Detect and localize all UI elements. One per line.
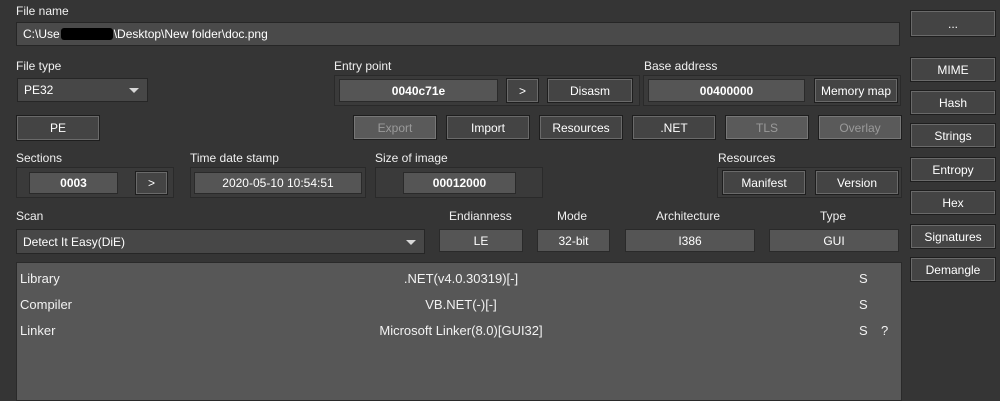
- type-value: GUI: [769, 229, 899, 252]
- architecture-label: Architecture: [656, 209, 721, 223]
- net-button[interactable]: .NET: [632, 115, 716, 140]
- result-category: Linker: [20, 323, 56, 338]
- result-category: Compiler: [20, 297, 73, 312]
- size-of-image-label: Size of image: [375, 151, 448, 165]
- signatures-button[interactable]: Signatures: [910, 224, 996, 249]
- file-type-value: PE32: [24, 83, 54, 97]
- disasm-button[interactable]: Disasm: [547, 78, 633, 103]
- file-type-select[interactable]: PE32: [17, 78, 148, 102]
- file-name-label: File name: [16, 4, 69, 18]
- overlay-button[interactable]: Overlay: [818, 115, 902, 140]
- hex-button[interactable]: Hex: [910, 190, 996, 215]
- file-path-suffix: \Desktop\New folder\doc.png: [113, 27, 268, 41]
- result-signature-button[interactable]: S: [859, 271, 868, 286]
- manifest-button[interactable]: Manifest: [722, 170, 806, 195]
- base-address-label: Base address: [644, 59, 718, 73]
- time-date-stamp-value: 2020-05-10 10:54:51: [194, 172, 362, 194]
- time-date-stamp-label: Time date stamp: [190, 151, 279, 165]
- endianness-label: Endianness: [449, 209, 512, 223]
- file-type-label: File type: [16, 59, 62, 73]
- endianness-value: LE: [439, 229, 523, 252]
- result-signature-button[interactable]: S: [859, 297, 868, 312]
- demangle-button[interactable]: Demangle: [910, 257, 996, 282]
- result-info-button[interactable]: ?: [881, 323, 888, 338]
- result-value: Microsoft Linker(8.0)[GUI32]: [379, 323, 543, 338]
- resources-label: Resources: [718, 151, 776, 165]
- file-name-field[interactable]: C:\Use \Desktop\New folder\doc.png: [16, 22, 900, 46]
- scan-label: Scan: [16, 209, 44, 223]
- memory-map-button[interactable]: Memory map: [814, 78, 898, 103]
- browse-button[interactable]: ...: [910, 10, 996, 37]
- result-signature-button[interactable]: S: [859, 323, 868, 338]
- resources-button[interactable]: Resources: [539, 115, 623, 140]
- chevron-down-icon: [129, 88, 139, 93]
- size-of-image-value: 00012000: [403, 172, 516, 194]
- entry-point-go-button[interactable]: >: [506, 78, 539, 103]
- result-value: .NET(v4.0.30319)[-]: [403, 271, 519, 286]
- sections-value: 0003: [29, 172, 118, 194]
- mode-label: Mode: [557, 209, 588, 223]
- pe-button[interactable]: PE: [16, 115, 100, 141]
- base-address-value: 00400000: [648, 79, 805, 102]
- scan-engine-value: Detect It Easy(DiE): [23, 234, 126, 249]
- result-value: VB.NET(-)[-]: [425, 297, 497, 312]
- scan-engine-select[interactable]: Detect It Easy(DiE): [16, 229, 425, 254]
- export-button[interactable]: Export: [353, 115, 437, 140]
- version-button[interactable]: Version: [815, 170, 899, 195]
- sections-go-button[interactable]: >: [135, 171, 168, 195]
- strings-button[interactable]: Strings: [910, 123, 996, 148]
- redacted-username: [60, 28, 113, 40]
- entry-point-label: Entry point: [334, 59, 392, 73]
- mode-value: 32-bit: [537, 229, 610, 252]
- result-category: Library: [20, 271, 60, 286]
- type-label: Type: [820, 209, 847, 223]
- tls-button[interactable]: TLS: [725, 115, 809, 140]
- chevron-down-icon: [406, 239, 416, 245]
- hash-button[interactable]: Hash: [910, 90, 996, 115]
- mime-button[interactable]: MIME: [910, 57, 996, 82]
- entropy-button[interactable]: Entropy: [910, 157, 996, 182]
- entry-point-value: 0040c71e: [339, 79, 498, 102]
- import-button[interactable]: Import: [446, 115, 530, 140]
- sections-label: Sections: [16, 151, 63, 165]
- architecture-value: I386: [625, 229, 755, 252]
- file-path-prefix: C:\Use: [23, 27, 60, 41]
